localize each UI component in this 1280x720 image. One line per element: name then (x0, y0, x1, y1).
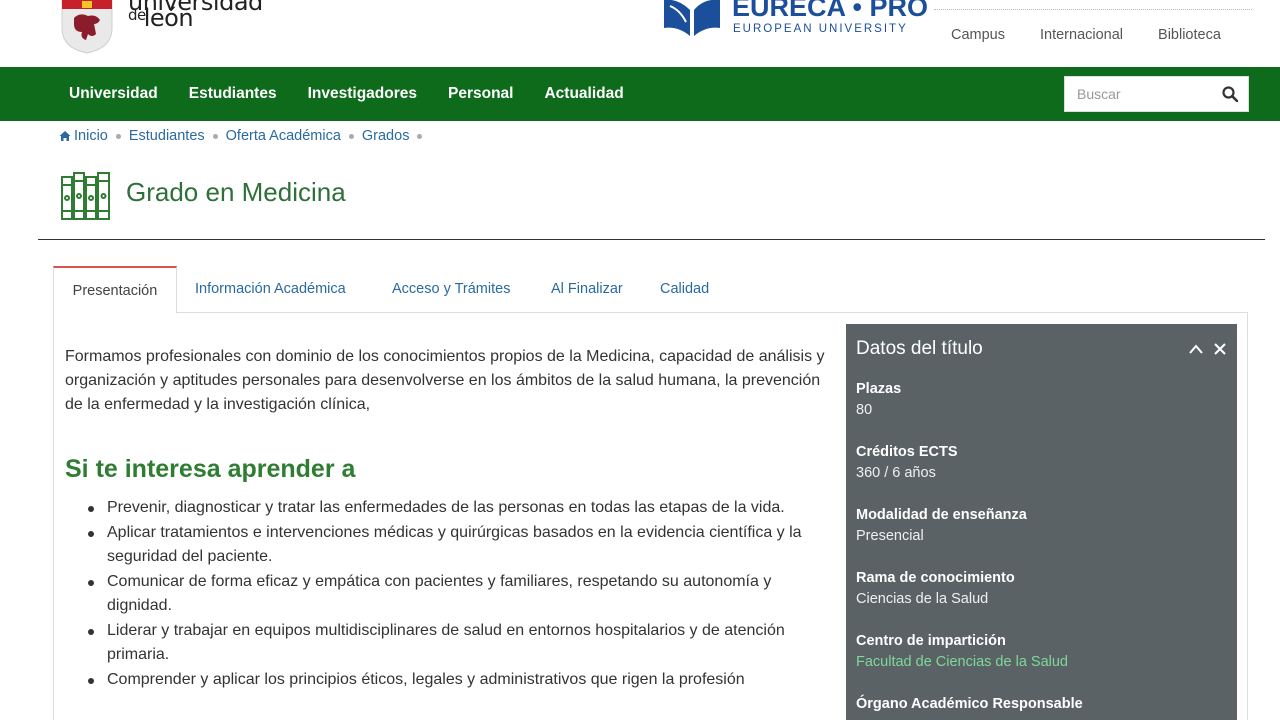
list-item: Liderar y trabajar en equipos multidisci… (86, 619, 826, 667)
search-input[interactable] (1065, 77, 1215, 111)
top-link-biblioteca[interactable]: Biblioteca (1158, 27, 1221, 43)
shield-logo-icon (61, 0, 113, 54)
page-title: Grado en Medicina (126, 177, 346, 207)
field-modalidad: Modalidad de enseñanza Presencial (856, 505, 1226, 547)
field-organo: Órgano Académico Responsable (856, 694, 1226, 715)
panel-title: Datos del título (856, 338, 983, 359)
field-value: Ciencias de la Salud (856, 591, 989, 607)
breadcrumb-separator (348, 133, 354, 139)
title-divider (38, 239, 1265, 240)
tab-calidad[interactable]: Calidad (660, 266, 709, 313)
logo-text-leon-word: león (143, 4, 194, 32)
list-item: Prevenir, diagnosticar y tratar las enfe… (86, 496, 826, 520)
field-label: Créditos ECTS (856, 444, 958, 460)
degree-data-panel: Datos del título Plazas 80 Créditos ECTS… (846, 324, 1237, 720)
intro-paragraph: Formamos profesionales con dominio de lo… (65, 348, 825, 413)
close-icon[interactable] (1213, 342, 1227, 356)
tab-informacion-academica[interactable]: Información Académica (195, 266, 346, 313)
top-header: universidad deleón EURECA • PRO EUROPEAN… (0, 0, 1280, 67)
breadcrumb-grados[interactable]: Grados (362, 128, 410, 144)
search-box (1064, 76, 1249, 112)
nav-items: Universidad Estudiantes Investigadores P… (69, 67, 655, 121)
breadcrumb-separator (212, 133, 218, 139)
centro-link[interactable]: Facultad de Ciencias de la Salud (856, 652, 1226, 673)
top-links: Campus Internacional Biblioteca (951, 27, 1221, 43)
field-plazas: Plazas 80 (856, 379, 1226, 421)
field-label: Plazas (856, 381, 902, 397)
leaf-book-icon (664, 0, 720, 36)
top-link-campus[interactable]: Campus (951, 27, 1005, 43)
eureca-pro-logo[interactable]: EURECA • PRO EUROPEAN UNIVERSITY (660, 0, 928, 42)
field-label: Centro de impartición (856, 633, 1006, 649)
field-label: Órgano Académico Responsable (856, 696, 1083, 712)
breadcrumb-separator (417, 133, 423, 139)
list-item: Comunicar de forma eficaz y empática con… (86, 570, 826, 618)
nav-item-actualidad[interactable]: Actualidad (544, 85, 623, 103)
breadcrumb-oferta-academica[interactable]: Oferta Académica (226, 128, 341, 144)
tab-presentacion[interactable]: Presentación (53, 266, 177, 314)
learning-list: Prevenir, diagnosticar y tratar las enfe… (86, 496, 826, 693)
field-value: 360 / 6 años (856, 465, 936, 481)
main-nav: Universidad Estudiantes Investigadores P… (0, 67, 1280, 121)
tabs: Presentación Información Académica Acces… (53, 266, 1248, 314)
field-creditos-ects: Créditos ECTS 360 / 6 años (856, 442, 1226, 484)
field-rama: Rama de conocimiento Ciencias de la Salu… (856, 568, 1226, 610)
breadcrumb-estudiantes[interactable]: Estudiantes (129, 128, 205, 144)
field-value: Presencial (856, 528, 924, 544)
field-value: 80 (856, 402, 873, 418)
section-heading: Si te interesa aprender a (65, 455, 356, 483)
university-logo[interactable]: universidad deleón (60, 0, 300, 58)
field-label: Rama de conocimiento (856, 570, 1015, 586)
chevron-up-icon[interactable] (1188, 342, 1204, 356)
top-links-divider (934, 9, 1252, 10)
list-item: Comprender y aplicar los principios étic… (86, 668, 826, 692)
eureca-subtitle: EUROPEAN UNIVERSITY (733, 23, 908, 35)
books-icon (61, 172, 110, 220)
eureca-title: EURECA • PRO (732, 0, 928, 22)
nav-item-personal[interactable]: Personal (448, 85, 513, 103)
tab-al-finalizar[interactable]: Al Finalizar (551, 266, 623, 313)
search-icon[interactable] (1222, 86, 1238, 102)
top-link-internacional[interactable]: Internacional (1040, 27, 1123, 43)
breadcrumb: Inicio Estudiantes Oferta Académica Grad… (59, 128, 430, 144)
list-item: Aplicar tratamientos e intervenciones mé… (86, 521, 826, 569)
nav-item-universidad[interactable]: Universidad (69, 85, 158, 103)
field-centro: Centro de impartición Facultad de Cienci… (856, 631, 1226, 673)
nav-item-estudiantes[interactable]: Estudiantes (189, 85, 277, 103)
breadcrumb-inicio[interactable]: Inicio (74, 128, 108, 144)
logo-text-leon: deleón (128, 4, 194, 32)
field-label: Modalidad de enseñanza (856, 507, 1027, 523)
breadcrumb-separator (115, 133, 121, 139)
tab-acceso-tramites[interactable]: Acceso y Trámites (392, 266, 510, 313)
nav-item-investigadores[interactable]: Investigadores (308, 85, 417, 103)
home-icon (59, 131, 71, 141)
